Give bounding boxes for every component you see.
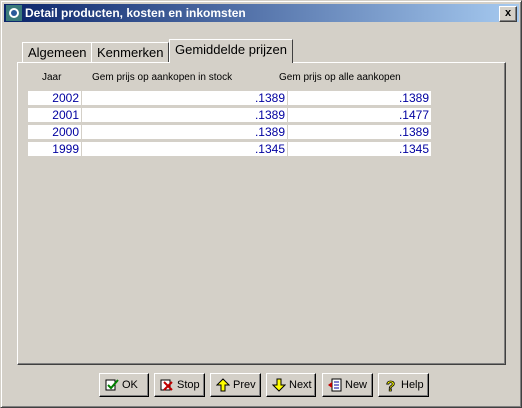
new-button[interactable]: New [322,373,373,397]
next-label: Next [289,379,312,391]
stop-icon [160,379,173,391]
close-button[interactable]: x [499,6,517,22]
tab-algemeen[interactable]: Algemeen [22,42,93,62]
checkmark-icon [105,379,119,391]
new-record-icon [328,378,342,392]
prev-button[interactable]: Prev [210,373,261,397]
next-button[interactable]: Next [266,373,316,397]
arrow-down-icon [272,378,286,392]
svg-text:?: ? [386,378,395,392]
stop-button[interactable]: Stop [154,373,205,397]
ok-label: OK [122,379,138,391]
tab-kenmerken[interactable]: Kenmerken [91,42,170,62]
window-title: Detail producten, kosten en inkomsten [25,6,246,20]
prev-label: Prev [233,379,256,391]
ok-button[interactable]: OK [99,373,149,397]
arrow-up-icon [216,378,230,392]
tab-panel [17,62,506,365]
stop-label: Stop [177,379,200,391]
help-button[interactable]: ? Help [378,373,429,397]
question-mark-icon: ? [386,378,396,392]
title-bar[interactable]: Detail producten, kosten en inkomsten x [4,4,519,22]
new-label: New [345,379,368,391]
help-label: Help [401,379,424,391]
app-icon [6,5,22,21]
tab-gemiddelde-prijzen[interactable]: Gemiddelde prijzen [169,39,294,63]
